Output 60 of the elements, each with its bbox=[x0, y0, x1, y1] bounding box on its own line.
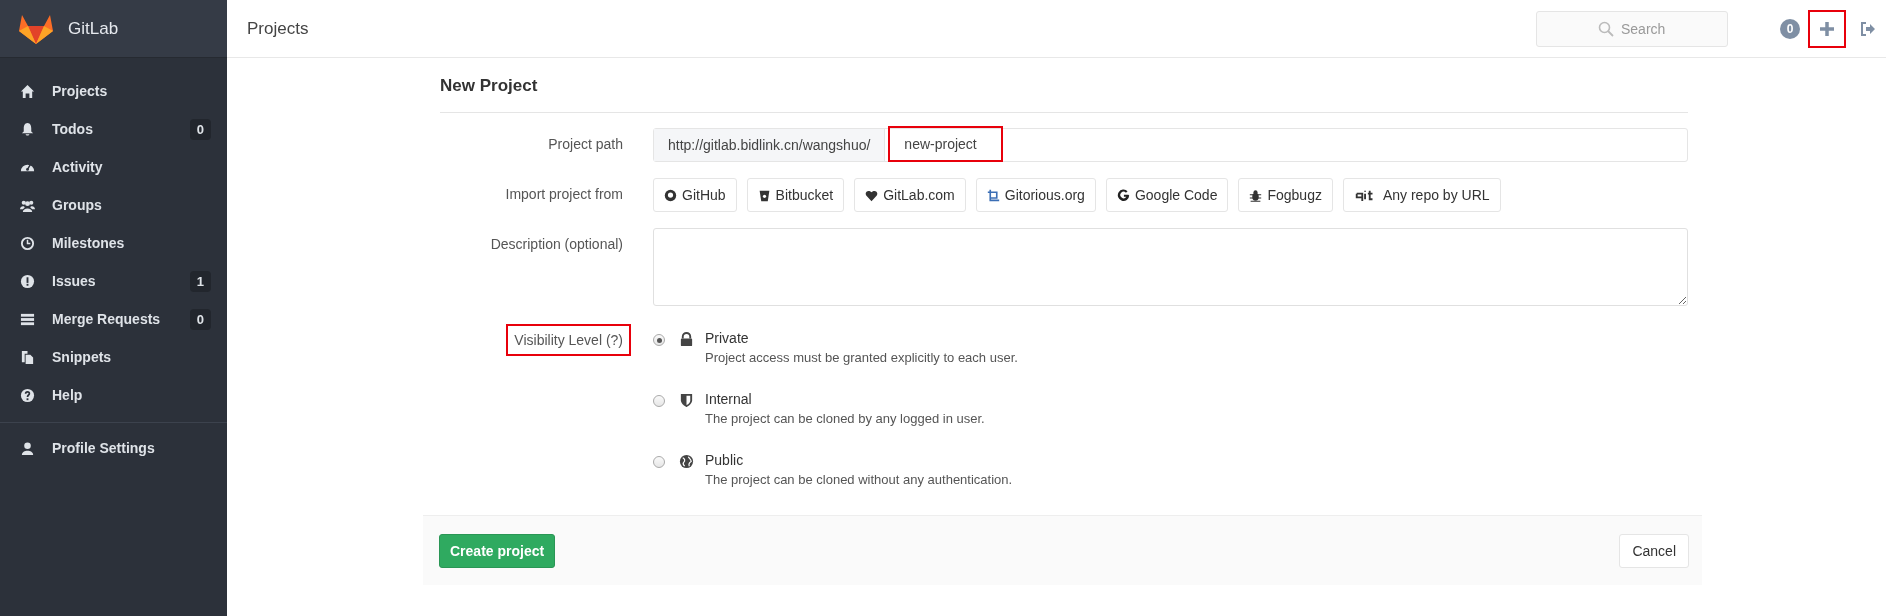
option-title: Public bbox=[705, 452, 745, 468]
home-icon bbox=[20, 83, 35, 99]
import-source-button[interactable]: Fogbugz bbox=[1238, 178, 1333, 212]
crop-icon bbox=[986, 188, 1000, 202]
option-description: Project access must be granted explicitly to each user. bbox=[705, 350, 1019, 365]
field-label: Visibility Level (?) bbox=[506, 324, 631, 356]
field-label: Project path bbox=[548, 135, 623, 152]
heart-icon bbox=[865, 188, 879, 202]
sidebar-item[interactable]: Snippets bbox=[0, 338, 227, 376]
sidebar-item[interactable]: Profile Settings bbox=[0, 429, 227, 467]
import-source-button[interactable]: Bitbucket bbox=[746, 178, 845, 212]
cancel-button[interactable]: Cancel bbox=[1619, 533, 1689, 568]
radio-button[interactable] bbox=[653, 395, 665, 407]
import-source-button[interactable]: Google Code bbox=[1105, 178, 1229, 212]
files-icon bbox=[20, 349, 35, 365]
count-badge: 0 bbox=[189, 308, 211, 330]
help-icon bbox=[20, 387, 35, 403]
exclamation-icon bbox=[20, 273, 35, 289]
sidebar-item[interactable]: Activity bbox=[0, 148, 227, 186]
new-button[interactable] bbox=[1808, 9, 1846, 48]
project-path-field[interactable]: new-project bbox=[888, 126, 1004, 162]
field-label: Description (optional) bbox=[490, 235, 623, 252]
page-title: Projects bbox=[247, 18, 310, 39]
sidebar-item[interactable]: Groups bbox=[0, 186, 227, 224]
sidebar-item[interactable]: Projects bbox=[0, 72, 227, 110]
globe-icon bbox=[679, 454, 694, 469]
description-field[interactable] bbox=[653, 228, 1688, 306]
plus-icon bbox=[1820, 21, 1834, 36]
lock-icon bbox=[679, 332, 694, 347]
form-title: New Project bbox=[439, 75, 539, 97]
import-source-button[interactable]: GitHub bbox=[653, 178, 737, 212]
person-icon bbox=[20, 440, 35, 456]
radio-button[interactable] bbox=[653, 334, 665, 346]
import-source-button[interactable]: Any repo by URL bbox=[1342, 178, 1501, 212]
shield-icon bbox=[679, 393, 694, 408]
option-title: Private bbox=[705, 330, 750, 346]
list-icon bbox=[20, 311, 35, 327]
import-source-button[interactable]: GitLab.com bbox=[854, 178, 966, 212]
field-label: Import project from bbox=[505, 185, 623, 202]
sidebar-item[interactable]: Merge Requests 0 bbox=[0, 300, 227, 338]
sidebar-item[interactable]: Help bbox=[0, 376, 227, 414]
sidebar-item[interactable]: Milestones bbox=[0, 224, 227, 262]
option-title: Internal bbox=[705, 391, 753, 407]
google-icon bbox=[1116, 188, 1130, 202]
brand-name: GitLab bbox=[68, 18, 119, 39]
search-field[interactable]: Search bbox=[1536, 10, 1728, 47]
sidebar-item[interactable]: Issues 1 bbox=[0, 262, 227, 300]
count-badge: 0 bbox=[189, 118, 211, 140]
count-badge: 1 bbox=[189, 270, 211, 292]
option-description: The project can be cloned by any logged in user. bbox=[705, 411, 986, 426]
radio-button[interactable] bbox=[653, 456, 665, 468]
bug-icon bbox=[1249, 188, 1263, 202]
url-prefix: http://gitlab.bidlink.cn/wangshuo/ bbox=[654, 129, 886, 161]
sidebar-item[interactable]: Todos 0 bbox=[0, 110, 227, 148]
sign-out-icon[interactable] bbox=[1860, 20, 1876, 37]
clock-icon bbox=[20, 235, 35, 251]
import-source-button[interactable]: Gitorious.org bbox=[975, 178, 1096, 212]
bucket-icon bbox=[757, 188, 771, 202]
option-description: The project can be cloned without any authentication. bbox=[705, 472, 1014, 487]
bell-icon bbox=[20, 121, 35, 137]
